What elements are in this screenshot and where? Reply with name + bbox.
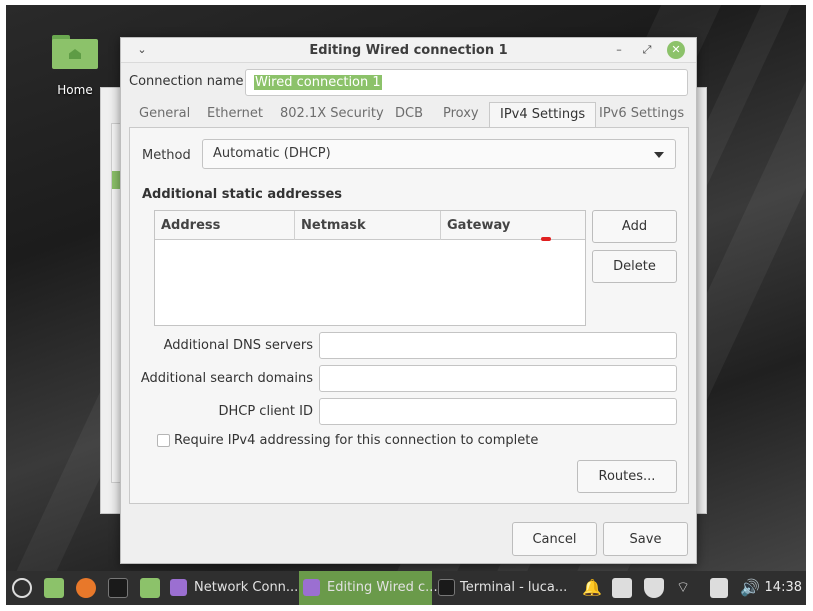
mint-menu-icon[interactable] <box>12 578 32 598</box>
connection-name-row: Connection name Wired connection 1 <box>129 69 688 96</box>
tab-general[interactable]: General <box>139 106 190 121</box>
clipboard-icon[interactable] <box>710 578 728 598</box>
home-label: Home <box>57 83 93 97</box>
network-disconnected-icon[interactable]: ⌔ <box>676 578 698 598</box>
tab-proxy[interactable]: Proxy <box>443 106 479 121</box>
settings-tabs: General Ethernet 802.1X Security DCB Pro… <box>129 102 688 128</box>
minimize-button[interactable]: – <box>610 41 628 59</box>
cancel-button-label: Cancel <box>532 532 577 547</box>
clock[interactable]: 14:38 <box>765 580 802 595</box>
delete-button[interactable]: Delete <box>592 250 677 283</box>
column-gateway[interactable]: Gateway <box>441 211 585 240</box>
files-icon[interactable] <box>140 578 160 598</box>
delete-button-label: Delete <box>613 259 656 274</box>
tab-dcb[interactable]: DCB <box>395 106 423 121</box>
connection-name-value: Wired connection 1 <box>254 75 382 90</box>
shield-icon[interactable] <box>644 578 664 598</box>
taskbar: Network Conn... Editing Wired c... Termi… <box>6 571 806 605</box>
network-connections-icon <box>170 579 187 596</box>
routes-button[interactable]: Routes... <box>577 460 677 493</box>
add-button-label: Add <box>621 219 648 234</box>
cancel-button[interactable]: Cancel <box>512 522 597 556</box>
routes-button-label: Routes... <box>598 469 656 484</box>
require-ipv4-label[interactable]: Require IPv4 addressing for this connect… <box>174 433 538 448</box>
ipv4-settings-panel: Method Automatic (DHCP) Additional stati… <box>129 127 689 504</box>
titlebar[interactable]: ⌄ Editing Wired connection 1 – ⤢ ✕ <box>121 38 696 63</box>
firefox-icon[interactable] <box>76 578 96 598</box>
taskbar-item-label: Terminal - luca... <box>460 580 568 595</box>
volume-icon[interactable]: 🔊 <box>740 578 760 598</box>
method-dropdown[interactable]: Automatic (DHCP) <box>202 139 676 169</box>
notifications-bell-icon[interactable]: 🔔 <box>582 578 602 598</box>
terminal-launcher-icon[interactable] <box>108 578 128 598</box>
column-netmask[interactable]: Netmask <box>295 211 441 240</box>
close-button[interactable]: ✕ <box>667 41 685 59</box>
static-addresses-table[interactable]: Address Netmask Gateway <box>154 210 586 326</box>
dhcp-client-id-input[interactable] <box>319 398 677 425</box>
taskbar-item-label: Network Conn... <box>194 580 299 595</box>
taskbar-item-editing-wired[interactable]: Editing Wired c... <box>299 571 438 605</box>
connection-name-label: Connection name <box>129 74 244 89</box>
dns-servers-input[interactable] <box>319 332 677 359</box>
taskbar-item-label: Editing Wired c... <box>327 580 438 595</box>
show-desktop-icon[interactable] <box>44 578 64 598</box>
network-connections-icon <box>303 579 320 596</box>
method-label: Method <box>142 148 191 163</box>
search-domains-input[interactable] <box>319 365 677 392</box>
terminal-icon <box>438 579 455 596</box>
maximize-button[interactable]: ⤢ <box>638 41 656 59</box>
home-folder-shortcut[interactable]: Home <box>50 35 100 97</box>
edit-connection-dialog: ⌄ Editing Wired connection 1 – ⤢ ✕ Conne… <box>120 37 697 564</box>
connection-name-input[interactable]: Wired connection 1 <box>245 69 688 96</box>
require-ipv4-checkbox[interactable] <box>157 434 170 447</box>
update-manager-icon[interactable] <box>612 578 632 598</box>
search-domains-label: Additional search domains <box>140 371 313 386</box>
dropdown-arrow-icon <box>654 152 664 158</box>
add-button[interactable]: Add <box>592 210 677 243</box>
dhcp-client-id-label: DHCP client ID <box>218 404 313 419</box>
method-value: Automatic (DHCP) <box>213 146 331 161</box>
taskbar-item-terminal[interactable]: Terminal - luca... <box>434 571 568 605</box>
static-addresses-title: Additional static addresses <box>142 187 343 202</box>
table-header: Address Netmask Gateway <box>155 211 585 241</box>
dns-servers-label: Additional DNS servers <box>163 338 313 353</box>
save-button-label: Save <box>629 532 662 547</box>
tab-ipv4-settings[interactable]: IPv4 Settings <box>489 102 597 128</box>
tab-8021x-security[interactable]: 802.1X Security <box>280 106 384 121</box>
tab-ethernet[interactable]: Ethernet <box>207 106 263 121</box>
save-button[interactable]: Save <box>603 522 688 556</box>
home-folder-icon <box>52 35 98 69</box>
tab-ipv6-settings[interactable]: IPv6 Settings <box>599 106 684 121</box>
taskbar-item-network-connections[interactable]: Network Conn... <box>166 571 298 605</box>
column-address[interactable]: Address <box>155 211 295 240</box>
cursor-marker <box>541 237 551 241</box>
